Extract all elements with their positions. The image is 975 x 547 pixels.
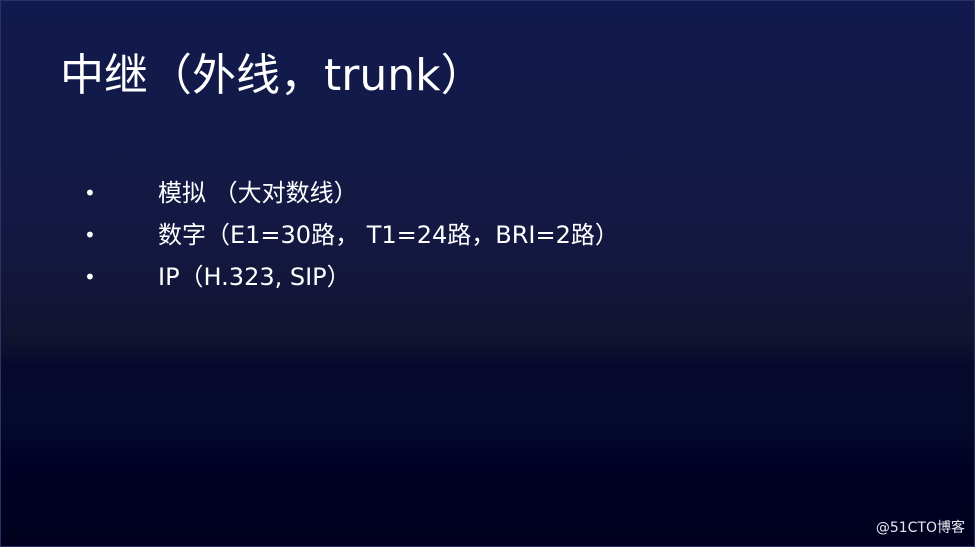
bullet-text-ip: IP（H.323, SIP） <box>158 263 351 291</box>
bullet-text-analog: 模拟 （大对数线） <box>158 179 358 207</box>
bullet-text-digital: 数字（E1=30路， T1=24路，BRI=2路） <box>158 221 619 249</box>
bullet-marker: • <box>84 223 96 247</box>
watermark: @51CTO博客 <box>875 520 965 536</box>
slide-title: 中继（外线，trunk） <box>60 50 485 101</box>
bullet-marker: • <box>84 265 96 289</box>
bullet-marker: • <box>84 181 96 205</box>
slide: 中继（外线，trunk） • 模拟 （大对数线） • 数字（E1=30路， T1… <box>0 0 975 547</box>
